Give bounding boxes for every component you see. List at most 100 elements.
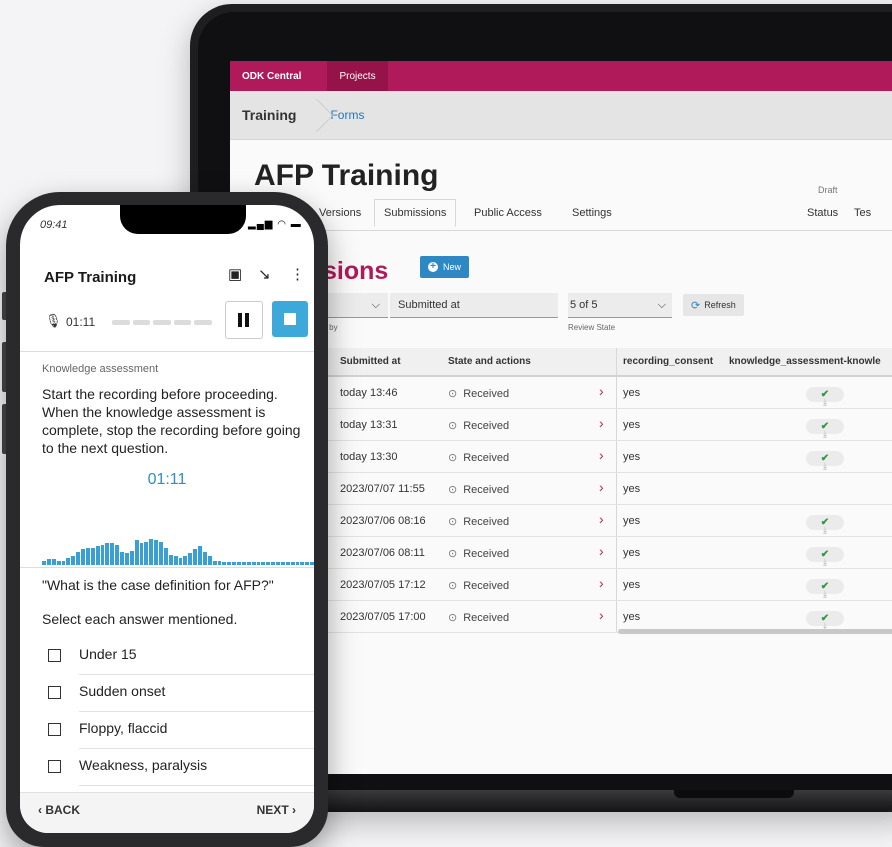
recording-bar: 🎙 01:11 <box>20 297 314 352</box>
more-options-icon[interactable]: ⋮ <box>290 265 305 283</box>
recording-elapsed: 01:11 <box>66 315 96 329</box>
next-button[interactable]: NEXT › <box>257 803 296 817</box>
chevron-right-icon[interactable]: › <box>599 383 604 399</box>
checkbox[interactable] <box>48 723 61 736</box>
chevron-right-icon[interactable]: › <box>599 607 604 623</box>
waveform-bar <box>227 562 232 565</box>
submitted-at-filter[interactable]: Submitted at <box>390 293 558 318</box>
table-row[interactable]: 2023/07/06 08:16 Received › yes ✔⤓ <box>320 505 892 537</box>
option-label: Weakness, paralysis <box>79 757 208 773</box>
waveform-bar <box>300 562 305 565</box>
horizontal-scrollbar[interactable] <box>618 629 892 634</box>
refresh-icon: ⟳ <box>691 299 701 312</box>
option-label: Sudden onset <box>79 683 166 699</box>
divider <box>20 567 314 568</box>
new-submission-button[interactable]: + New <box>420 256 470 278</box>
waveform-bar <box>222 562 227 565</box>
waveform-bar <box>217 561 222 565</box>
recording-timer: 01:11 <box>147 471 187 488</box>
top-navbar: ODK Central Projects <box>230 61 892 91</box>
save-icon[interactable]: ▣ <box>228 265 242 283</box>
media-actions[interactable]: ✔ ⤓ <box>806 547 844 567</box>
chevron-right-icon[interactable]: › <box>599 575 604 591</box>
cell-submitted-at: today 13:30 <box>340 451 398 463</box>
refresh-button[interactable]: ⟳ Refresh <box>683 294 744 316</box>
media-actions[interactable]: ✔ ⤓ <box>806 579 844 599</box>
download-icon[interactable]: ⤓ <box>823 397 827 408</box>
chevron-right-icon[interactable]: › <box>599 511 604 527</box>
table-row[interactable]: 2023/07/07 11:55 Received › yes <box>320 473 892 505</box>
tab-projects[interactable]: Projects <box>327 61 388 91</box>
breadcrumb-project[interactable]: Training <box>230 107 306 123</box>
tab-submissions[interactable]: Submissions <box>374 199 457 227</box>
form-tabs: Versions Submissions Public Access Setti… <box>230 199 892 231</box>
review-state-filter[interactable]: 5 of 5 ⌵ <box>568 293 672 318</box>
answer-option[interactable]: Sudden onset <box>48 676 314 712</box>
download-icon[interactable]: ⤓ <box>823 589 827 600</box>
answer-option[interactable]: Floppy, flaccid <box>48 713 314 749</box>
checkbox[interactable] <box>48 760 61 773</box>
plus-icon: + <box>428 262 438 272</box>
refresh-label: Refresh <box>704 300 736 310</box>
chevron-right-icon[interactable]: › <box>599 543 604 559</box>
tab-public-access[interactable]: Public Access <box>474 207 542 219</box>
chevron-right-icon[interactable]: › <box>599 447 604 463</box>
chevron-right-icon[interactable]: › <box>599 415 604 431</box>
tab-settings[interactable]: Settings <box>572 207 612 219</box>
recording-level-meter <box>112 320 212 325</box>
download-icon[interactable]: ⤓ <box>823 525 827 536</box>
checkbox[interactable] <box>48 686 61 699</box>
waveform-bar <box>134 540 139 565</box>
answer-option[interactable]: Weakness, paralysis <box>48 750 314 786</box>
download-icon[interactable]: ⤓ <box>823 557 827 568</box>
table-row[interactable]: 2023/07/06 08:11 Received › yes ✔⤓ <box>320 537 892 569</box>
laptop-notch <box>674 790 794 798</box>
option-label: Under 15 <box>79 646 137 662</box>
waveform-bar <box>46 559 51 565</box>
media-actions[interactable]: ✔ ⤓ <box>806 387 844 407</box>
column-divider <box>616 441 617 472</box>
checkbox[interactable] <box>48 649 61 662</box>
cell-state: Received <box>448 547 509 560</box>
tab-testing[interactable]: Tes <box>854 207 871 219</box>
waveform-bar <box>212 561 217 565</box>
cell-recording-consent: yes <box>623 515 641 527</box>
waveform-bar <box>285 562 290 565</box>
waveform-bar <box>193 549 197 565</box>
table-row[interactable]: today 13:30 Received › yes ✔⤓ <box>320 441 892 473</box>
header-submitted-at: Submitted at <box>340 356 401 367</box>
waveform-bar <box>168 555 173 565</box>
waveform-bar <box>56 561 61 565</box>
waveform-bar <box>61 561 66 565</box>
waveform-bar <box>85 548 90 565</box>
table-row[interactable]: 2023/07/05 17:12 Received › yes ✔⤓ <box>320 569 892 601</box>
media-actions[interactable]: ✔ ⤓ <box>806 515 844 535</box>
phone-volume-down <box>2 404 6 454</box>
brand-link[interactable]: ODK Central <box>230 71 315 91</box>
tab-status[interactable]: Status <box>807 207 838 219</box>
waveform-bar <box>81 549 85 565</box>
waveform-bar <box>246 562 251 565</box>
phone-volume-up <box>2 342 6 392</box>
jump-to-question-icon[interactable]: ↘ <box>258 265 271 283</box>
chevron-right-icon[interactable]: › <box>599 479 604 495</box>
back-button[interactable]: ‹ BACK <box>38 803 80 817</box>
download-icon[interactable]: ⤓ <box>823 461 827 472</box>
download-icon[interactable]: ⤓ <box>823 429 827 440</box>
table-header: Submitted at State and actions recording… <box>320 348 892 377</box>
waveform-bar <box>163 548 168 565</box>
answer-option[interactable]: Under 15 <box>48 639 314 675</box>
media-actions[interactable]: ✔ ⤓ <box>806 611 844 631</box>
stop-recording-button[interactable] <box>272 301 308 337</box>
review-state-caption: Review State <box>568 323 616 332</box>
submissions-table: Submitted at State and actions recording… <box>320 348 892 633</box>
pause-recording-button[interactable] <box>225 301 263 339</box>
media-actions[interactable]: ✔ ⤓ <box>806 419 844 439</box>
table-row[interactable]: today 13:46 Received › yes ✔⤓ <box>320 377 892 409</box>
table-row[interactable]: today 13:31 Received › yes ✔⤓ <box>320 409 892 441</box>
microphone-icon: 🎙 <box>45 313 62 328</box>
tab-versions[interactable]: Versions <box>319 207 361 219</box>
cell-recording-consent: yes <box>623 579 641 591</box>
question-hint: Select each answer mentioned. <box>42 611 238 627</box>
media-actions[interactable]: ✔ ⤓ <box>806 451 844 471</box>
